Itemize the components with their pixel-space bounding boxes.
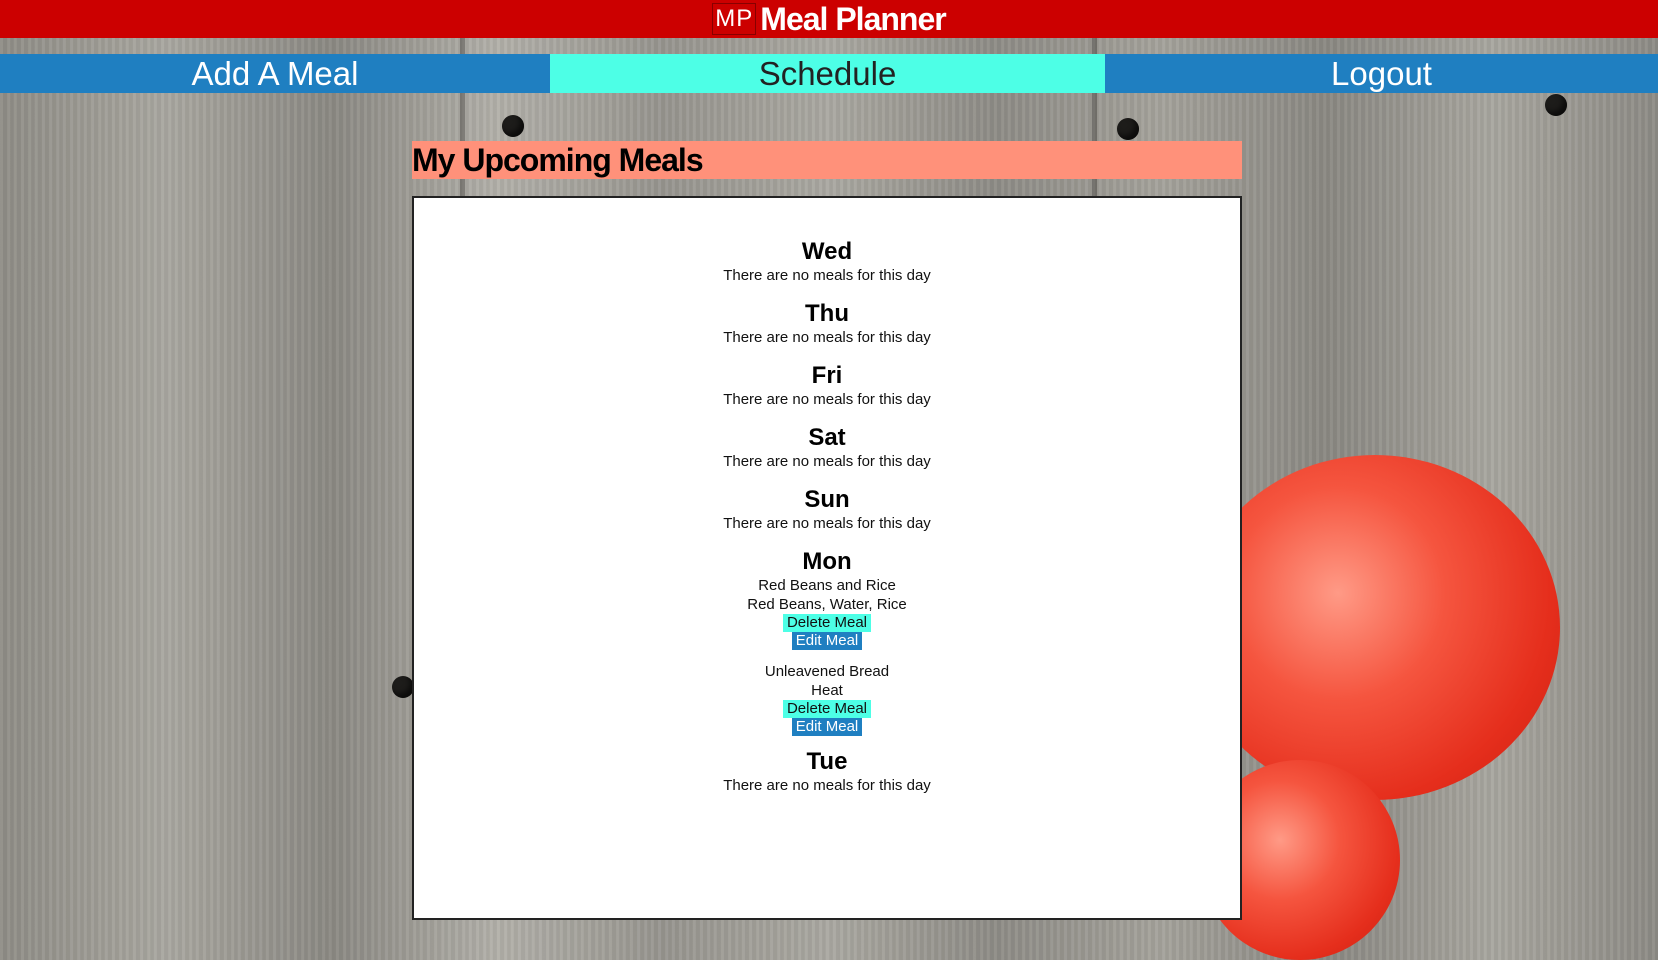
nav-add-meal[interactable]: Add A Meal [0,54,550,93]
edit-meal-button[interactable]: Edit Meal [791,632,863,650]
peppercorn-image [502,115,524,137]
app-logo: MP [712,3,757,35]
no-meals-text: There are no meals for this day [723,391,931,408]
meal-item: Red Beans and Rice Red Beans, Water, Ric… [414,576,1240,650]
day-name: Sat [808,424,846,451]
app-title: Meal Planner [760,0,946,37]
top-bar: MP Meal Planner [0,0,1658,38]
page-title: My Upcoming Meals [412,141,704,178]
meal-ingredients: Heat [811,682,843,699]
day-name: Fri [811,362,843,389]
day-wed: Wed There are no meals for this day [414,238,1240,286]
meal-item: Unleavened Bread Heat Delete Meal Edit M… [414,662,1240,736]
day-name: Mon [802,548,852,575]
no-meals-text: There are no meals for this day [723,777,931,794]
no-meals-text: There are no meals for this day [723,329,931,346]
nav-schedule[interactable]: Schedule [550,54,1105,93]
edit-meal-button[interactable]: Edit Meal [791,718,863,736]
brand[interactable]: MP Meal Planner [712,0,947,38]
meal-name: Unleavened Bread [764,663,890,680]
no-meals-text: There are no meals for this day [723,453,931,470]
no-meals-text: There are no meals for this day [723,515,931,532]
day-fri: Fri There are no meals for this day [414,362,1240,410]
day-name: Thu [805,300,849,327]
day-sat: Sat There are no meals for this day [414,424,1240,472]
peppercorn-image [392,676,414,698]
peppercorn-image [1545,94,1567,116]
delete-meal-button[interactable]: Delete Meal [782,700,872,718]
day-tue: Tue There are no meals for this day [414,748,1240,796]
day-name: Tue [806,748,848,775]
main-nav: Add A Meal Schedule Logout [0,54,1658,93]
day-mon: Mon Red Beans and Rice Red Beans, Water,… [414,548,1240,736]
meal-ingredients: Red Beans, Water, Rice [747,596,907,613]
no-meals-text: There are no meals for this day [723,267,931,284]
day-name: Wed [801,238,853,265]
day-sun: Sun There are no meals for this day [414,486,1240,534]
meal-name: Red Beans and Rice [758,577,896,594]
day-name: Sun [804,486,850,513]
page-title-bar: My Upcoming Meals [412,141,1242,179]
delete-meal-button[interactable]: Delete Meal [782,614,872,632]
day-thu: Thu There are no meals for this day [414,300,1240,348]
nav-logout[interactable]: Logout [1105,54,1658,93]
tomato-image [1190,455,1560,800]
schedule-panel: Wed There are no meals for this day Thu … [412,196,1242,920]
peppercorn-image [1117,118,1139,140]
